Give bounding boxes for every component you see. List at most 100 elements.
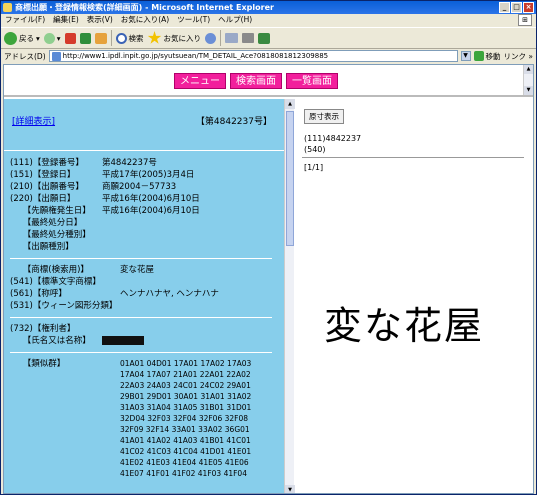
address-url: http://www1.ipdl.inpit.go.jp/syutsuean/T…: [62, 52, 329, 60]
field-row: 【先願権発生日】 平成16年(2004)6月10日: [10, 206, 200, 216]
star-icon: [147, 31, 162, 44]
detail-header: [詳細表示] 【第4842237号】: [4, 99, 284, 151]
search-icon: [115, 32, 127, 44]
menu-bar: ファイル(F) 編集(E) 表示(V) お気に入り(A) ツール(T) ヘルプ(…: [1, 14, 536, 26]
links-button[interactable]: リンク »: [504, 51, 536, 62]
menu-tools[interactable]: ツール(T): [177, 14, 210, 26]
scroll-thumb[interactable]: [286, 111, 294, 246]
toolbar-separator: [110, 30, 112, 46]
search-button[interactable]: 検索: [115, 32, 144, 44]
similar-groups-label: 【類似群】: [10, 359, 66, 369]
go-button[interactable]: 移動: [473, 51, 501, 62]
registration-heading: 【第4842237号】: [195, 117, 272, 127]
trademark-image: 変な花屋: [324, 304, 485, 348]
similar-groups: 【類似群】 01A01 04D01 17A01 17A02 17A03 17A0…: [10, 358, 280, 479]
menu-nav-button[interactable]: メニュー: [174, 73, 226, 89]
field-row: (151)【登録日】 平成17年(2005)3月4日: [10, 170, 195, 180]
scroll-down-icon[interactable]: ▼: [285, 485, 295, 493]
scroll-up-icon[interactable]: ▲: [524, 65, 533, 74]
field-row: (732)【権利者】: [10, 324, 76, 334]
field-row: (561)【称呼】 ヘンナハナヤ, ヘンナハナ: [10, 289, 219, 299]
maximize-button[interactable]: □: [511, 2, 522, 13]
detail-panel: [詳細表示] 【第4842237号】 (111)【登録番号】 第4842237号 …: [4, 99, 284, 493]
address-dropdown[interactable]: ▼: [460, 51, 471, 61]
list-item: 32D04 32F03 32F04 32F06 32F08: [120, 414, 249, 423]
list-item: 17A04 17A07 21A01 22A01 22A02: [120, 370, 251, 379]
address-input[interactable]: http://www1.ipdl.inpit.go.jp/syutsuean/T…: [48, 50, 458, 62]
browser-window: 商標出願・登録情報検索(詳細画面) - Microsoft Internet E…: [0, 0, 537, 495]
similar-groups-list: 01A01 04D01 17A01 17A02 17A03 17A04 17A0…: [120, 358, 251, 479]
page-icon: [51, 51, 61, 61]
refresh-icon[interactable]: [79, 32, 91, 44]
close-button[interactable]: ×: [523, 2, 534, 13]
detail-fields: (111)【登録番号】 第4842237号 (151)【登録日】 平成17年(200…: [10, 157, 280, 479]
redacted-name: [102, 336, 144, 345]
address-label: アドレス(D): [4, 51, 46, 61]
list-screen-button[interactable]: 一覧画面: [286, 73, 338, 89]
field-row: (541)【標準文字商標】: [10, 277, 101, 287]
go-arrow-icon: [473, 51, 484, 61]
page-content: メニュー 検索画面 一覧画面 ▲ ▼ [詳細表示] 【第4842237号】 (11…: [3, 64, 534, 494]
list-item: 31A03 31A04 31A05 31B01 31D01: [120, 403, 252, 412]
field-row: (220)【出願日】 平成16年(2004)6月10日: [10, 194, 200, 204]
detail-scrollbar[interactable]: ▲ ▼: [284, 99, 295, 493]
field-row: 【氏名又は名称】: [10, 335, 280, 347]
chevron-down-icon: ▾: [36, 33, 40, 43]
divider: [10, 317, 272, 318]
page-indicator: [1/1]: [304, 163, 324, 172]
field-row: 【出願種別】: [10, 242, 74, 252]
home-icon[interactable]: [94, 32, 107, 44]
field-row: (531)【ウィーン図形分類】: [10, 301, 118, 311]
menu-edit[interactable]: 編集(E): [53, 14, 79, 26]
field-row: (210)【出願番号】 商願2004－57733: [10, 182, 177, 192]
forward-button[interactable]: ▾: [43, 32, 61, 44]
scroll-up-icon[interactable]: ▲: [285, 99, 295, 109]
messenger-icon[interactable]: [258, 32, 271, 44]
toolbar-separator: [220, 30, 222, 46]
back-arrow-icon: [4, 31, 17, 45]
back-button[interactable]: 戻る ▾: [4, 31, 40, 45]
media-icon[interactable]: [205, 32, 217, 44]
divider: [10, 258, 272, 259]
forward-arrow-icon: [43, 32, 55, 44]
field-row: 【商標(検索用)】 変な花屋: [10, 265, 155, 275]
image-panel: 原寸表示 (111)4842237 (540) [1/1] 変な花屋: [296, 99, 533, 493]
field-row: 【最終処分種別】: [10, 230, 91, 240]
list-item: 41C02 41C03 41C04 41D01 41E01: [120, 447, 252, 456]
list-item: 32F09 32F14 33A01 33A02 36G01: [120, 425, 250, 434]
toolbar: 戻る ▾ ▾ 検索 お気に入り: [1, 27, 536, 49]
image-info: (111)4842237 (540): [304, 133, 361, 155]
scroll-down-icon[interactable]: ▼: [524, 86, 533, 95]
field-row: 【最終処分日】: [10, 218, 83, 228]
mail-icon[interactable]: [225, 33, 239, 43]
address-bar: アドレス(D) http://www1.ipdl.inpit.go.jp/syu…: [1, 49, 536, 63]
mark-code: (540): [304, 145, 326, 154]
favorites-button[interactable]: お気に入り: [147, 31, 201, 45]
original-size-button[interactable]: 原寸表示: [304, 109, 344, 124]
field-row: (111)【登録番号】 第4842237号: [10, 158, 157, 168]
window-title: 商標出願・登録情報検索(詳細画面) - Microsoft Internet E…: [15, 3, 274, 12]
list-item: 22A03 24A03 24C01 24C02 29A01: [120, 381, 251, 390]
menu-favorites[interactable]: お気に入り(A): [121, 14, 169, 26]
list-item: 41A01 41A02 41A03 41B01 41C01: [120, 436, 251, 445]
divider: [10, 352, 272, 353]
print-icon[interactable]: [242, 33, 255, 43]
search-screen-button[interactable]: 検索画面: [230, 73, 282, 89]
list-item: 41E07 41F01 41F02 41F03 41F04: [120, 469, 247, 478]
ie-icon: [3, 3, 12, 12]
nav-scrollbar[interactable]: ▲ ▼: [523, 65, 533, 95]
stop-icon[interactable]: [64, 32, 76, 44]
nav-frame: メニュー 検索画面 一覧画面 ▲ ▼: [4, 65, 533, 97]
windows-logo-icon: ⊞: [518, 14, 532, 26]
list-item: 41E02 41E03 41E04 41E05 41E06: [120, 458, 249, 467]
minimize-button[interactable]: _: [499, 2, 510, 13]
chevron-down-icon: ▾: [56, 33, 61, 43]
divider: [302, 157, 524, 158]
menu-view[interactable]: 表示(V): [87, 14, 113, 26]
list-item: 29B01 29D01 30A01 31A01 31A02: [120, 392, 252, 401]
title-bar: 商標出願・登録情報検索(詳細画面) - Microsoft Internet E…: [1, 1, 536, 14]
menu-file[interactable]: ファイル(F): [5, 14, 45, 26]
menu-help[interactable]: ヘルプ(H): [218, 14, 252, 26]
detail-view-link[interactable]: [詳細表示]: [12, 114, 55, 127]
list-item: 01A01 04D01 17A01 17A02 17A03: [120, 359, 252, 368]
